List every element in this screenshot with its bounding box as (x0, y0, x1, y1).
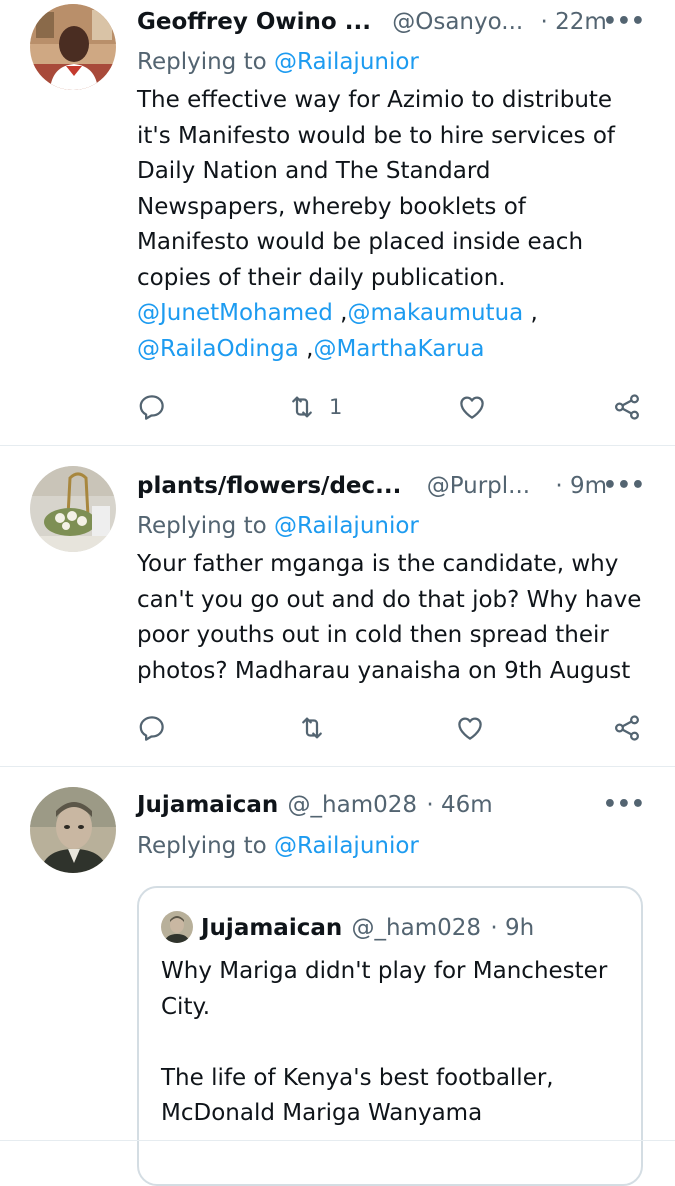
display-name[interactable]: Jujamaican (137, 792, 278, 818)
quoted-user-handle: @_ham028 (351, 915, 482, 941)
separator: , (332, 300, 348, 326)
mentions-line: @JunetMohamed ,@makaumutua , (137, 296, 657, 332)
tweet-actions: 1 (137, 390, 647, 424)
divider (0, 1140, 675, 1141)
mention-link[interactable]: @JunetMohamed (137, 300, 333, 326)
reply-button[interactable] (137, 711, 167, 745)
quoted-timestamp: · 9h (490, 915, 535, 941)
text-line: Manifesto would be placed inside each (137, 229, 584, 255)
retweet-button[interactable] (297, 711, 327, 745)
quoted-avatar (161, 910, 193, 943)
tweet-header: Geoffrey Owino ... @Osanyo... · 22m ••• (137, 2, 675, 42)
user-handle[interactable]: @Purpl... (427, 473, 530, 499)
text-line: Why Mariga didn't play for Manchester (161, 958, 608, 984)
like-icon (460, 396, 484, 419)
text-line: Newspapers, whereby booklets of (137, 193, 526, 220)
retweet-icon (302, 717, 322, 739)
retweet-icon (292, 396, 312, 418)
timestamp[interactable]: · 9m (555, 473, 607, 499)
like-button[interactable] (457, 390, 487, 424)
avatar[interactable] (30, 466, 116, 552)
timestamp[interactable]: · 46m (426, 792, 492, 818)
reply-mention-link[interactable]: @Railajunior (274, 513, 419, 539)
user-handle[interactable]: @_ham028 (288, 792, 417, 818)
text-line: The effective way for Azimio to distribu… (137, 87, 613, 113)
replying-prefix: Replying to (137, 833, 274, 859)
replying-to: Replying to @Railajunior (137, 508, 419, 544)
avatar[interactable] (30, 787, 116, 873)
reply-button[interactable] (137, 390, 167, 424)
separator: , (523, 300, 538, 326)
text-line: Daily Nation and The Standard (137, 158, 491, 184)
separator: , (298, 335, 314, 362)
mention-link[interactable]: @RailaOdinga (137, 336, 299, 362)
display-name[interactable]: plants/flowers/dec... (137, 473, 401, 499)
mention-link[interactable]: @MarthaKarua (313, 336, 484, 362)
retweet-button[interactable]: 1 (287, 390, 342, 424)
display-name[interactable]: Geoffrey Owino ... (137, 9, 371, 35)
text-line: can't you go out and do that job? Why ha… (137, 586, 642, 613)
tweet-header: Jujamaican @_ham028 · 46m ••• (137, 785, 675, 825)
tweet-text: Your father mganga is the candidate, why… (137, 547, 657, 689)
text-line: City. (161, 993, 211, 1020)
tweet-text: The effective way for Azimio to distribu… (137, 83, 657, 367)
more-icon[interactable]: ••• (603, 466, 645, 506)
quoted-tweet-text: Why Mariga didn't play for Manchester Ci… (161, 954, 631, 1132)
mention-link[interactable]: @makaumutua (347, 300, 523, 326)
text-line: The life of Kenya's best footballer, (161, 1064, 554, 1091)
reply-mention-link[interactable]: @Railajunior (274, 833, 419, 859)
like-button[interactable] (455, 711, 485, 745)
replying-to: Replying to @Railajunior (137, 828, 419, 864)
text-line: it's Manifesto would be to hire services… (137, 122, 616, 149)
user-handle[interactable]: @Osanyo... (392, 9, 523, 35)
share-button[interactable] (612, 711, 642, 745)
share-icon (614, 394, 640, 420)
reply-mention-link[interactable]: @Railajunior (274, 49, 419, 75)
like-icon (458, 717, 482, 740)
replying-prefix: Replying to (137, 513, 274, 539)
text-line: McDonald Mariga Wanyama (161, 1100, 483, 1126)
quoted-tweet-card[interactable]: Jujamaican @_ham028 · 9h Why Mariga didn… (137, 886, 643, 1186)
text-line: Your father mganga is the candidate, why (137, 551, 619, 577)
reply-icon (139, 395, 164, 420)
text-line (161, 1025, 631, 1061)
tweet[interactable]: plants/flowers/dec... @Purpl... · 9m •••… (0, 446, 675, 766)
tweet[interactable]: Geoffrey Owino ... @Osanyo... · 22m ••• … (0, 0, 675, 445)
more-icon[interactable]: ••• (603, 2, 645, 42)
more-icon[interactable]: ••• (603, 785, 645, 825)
text-line: poor youths out in cold then spread thei… (137, 622, 609, 648)
tweet-actions (137, 711, 647, 745)
avatar[interactable] (30, 4, 116, 90)
quoted-display-name: Jujamaican (201, 915, 343, 941)
quoted-tweet-header: Jujamaican @_ham028 · 9h (161, 910, 534, 946)
text-line: copies of their daily publication. (137, 264, 506, 291)
text-line: photos? Madharau yanaisha on 9th August (137, 657, 631, 684)
mentions-line: @RailaOdinga ,@MarthaKarua (137, 332, 657, 368)
retweet-count: 1 (329, 395, 343, 419)
replying-to: Replying to @Railajunior (137, 44, 419, 80)
share-icon (614, 715, 640, 741)
share-button[interactable] (612, 390, 642, 424)
timestamp[interactable]: · 22m (541, 9, 607, 35)
reply-icon (139, 716, 164, 741)
tweet-header: plants/flowers/dec... @Purpl... · 9m ••• (137, 466, 675, 506)
replying-prefix: Replying to (137, 49, 274, 75)
